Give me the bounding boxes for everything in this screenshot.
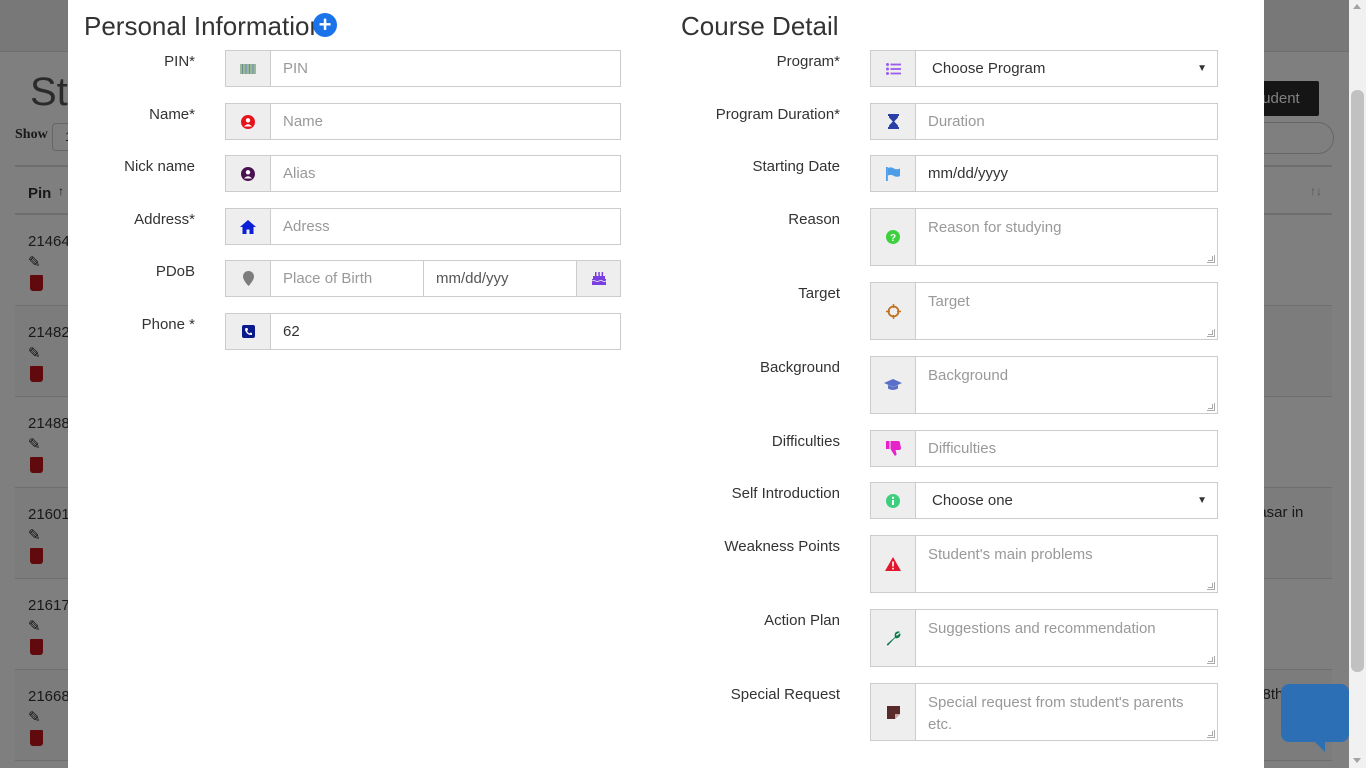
nickname-label: Nick name (124, 158, 195, 175)
phone-square-icon (225, 313, 271, 350)
svg-text:?: ? (890, 233, 896, 244)
home-icon (225, 208, 271, 245)
map-marker-icon (225, 260, 271, 297)
chevron-down-icon: ▼ (1197, 63, 1207, 74)
duration-input[interactable]: Duration (916, 103, 1218, 140)
info-circle-icon (870, 482, 916, 519)
target-placeholder: Target (928, 293, 970, 310)
wrench-icon (870, 609, 916, 667)
target-input-group: Target (870, 282, 1218, 340)
address-label: Address* (134, 211, 195, 228)
weakness-input-group: Student's main problems (870, 535, 1218, 593)
starting-date-input[interactable]: mm/dd/yyyy (916, 155, 1218, 192)
scroll-up-arrow-icon[interactable] (1353, 4, 1361, 9)
sticky-note-icon (870, 683, 916, 741)
resize-grip-icon[interactable] (1207, 329, 1215, 337)
resize-grip-icon[interactable] (1207, 403, 1215, 411)
target-label: Target (798, 285, 840, 302)
nickname-input-group: Alias (225, 155, 621, 192)
reason-input-group: ? Reason for studying (870, 208, 1218, 266)
thumbs-down-icon (870, 430, 916, 467)
flag-icon (870, 155, 916, 192)
difficulties-input[interactable]: Difficulties (916, 430, 1218, 467)
special-request-placeholder: Special request from student's parents e… (928, 694, 1184, 733)
difficulties-input-group: Difficulties (870, 430, 1218, 467)
user-circle-icon (225, 155, 271, 192)
program-label: Program* (776, 53, 840, 70)
background-input-group: Background (870, 356, 1218, 414)
background-placeholder: Background (928, 367, 1009, 384)
crosshairs-icon (870, 282, 916, 340)
program-select[interactable]: Choose Program ▼ (916, 50, 1218, 87)
target-textarea[interactable]: Target (916, 282, 1218, 340)
self-introduction-group: Choose one ▼ (870, 482, 1218, 519)
resize-grip-icon[interactable] (1207, 656, 1215, 664)
reason-label: Reason (788, 211, 840, 228)
phone-input[interactable]: 62 (271, 313, 621, 350)
chat-widget-button[interactable] (1281, 684, 1349, 752)
special-request-textarea[interactable]: Special request from student's parents e… (916, 683, 1218, 741)
plus-circle-icon[interactable]: + (313, 13, 337, 37)
difficulties-label: Difficulties (771, 433, 840, 450)
place-of-birth-input[interactable]: Place of Birth (271, 260, 424, 297)
background-label: Background (759, 359, 840, 376)
self-introduction-value: Choose one (932, 492, 1013, 509)
action-plan-placeholder: Suggestions and recommendation (928, 620, 1156, 637)
duration-input-group: Duration (870, 103, 1218, 140)
weakness-points-label: Weakness Points (724, 538, 840, 555)
question-circle-icon: ? (870, 208, 916, 266)
date-of-birth-input[interactable]: mm/dd/yyy (424, 260, 577, 297)
action-plan-textarea[interactable]: Suggestions and recommendation (916, 609, 1218, 667)
hourglass-icon (870, 103, 916, 140)
course-detail-title: Course Detail (681, 11, 839, 41)
list-icon (870, 50, 916, 87)
action-plan-label: Action Plan (764, 612, 840, 629)
pin-label: PIN* (164, 53, 195, 70)
reason-textarea[interactable]: Reason for studying (916, 208, 1218, 266)
action-plan-input-group: Suggestions and recommendation (870, 609, 1218, 667)
warning-icon (870, 535, 916, 593)
phone-label: Phone * (141, 316, 195, 333)
page-scrollbar[interactable] (1349, 0, 1366, 768)
phone-input-group: 62 (225, 313, 621, 350)
name-input-group: Name (225, 103, 621, 140)
special-request-label: Special Request (730, 686, 840, 703)
scroll-down-arrow-icon[interactable] (1353, 758, 1361, 763)
address-input[interactable]: Adress (271, 208, 621, 245)
reason-placeholder: Reason for studying (928, 219, 1062, 236)
address-input-group: Adress (225, 208, 621, 245)
background-textarea[interactable]: Background (916, 356, 1218, 414)
pin-input[interactable]: PIN (271, 50, 621, 87)
nickname-input[interactable]: Alias (271, 155, 621, 192)
user-circle-icon (225, 103, 271, 140)
personal-information-title: Personal Information (84, 11, 324, 41)
self-introduction-label: Self Introduction (731, 485, 840, 502)
scrollbar-thumb[interactable] (1351, 90, 1364, 672)
weakness-textarea[interactable]: Student's main problems (916, 535, 1218, 593)
resize-grip-icon[interactable] (1207, 730, 1215, 738)
weakness-placeholder: Student's main problems (928, 546, 1093, 563)
pin-input-group: PIN (225, 50, 621, 87)
special-request-input-group: Special request from student's parents e… (870, 683, 1218, 741)
pdob-label: PDoB (155, 263, 195, 280)
barcode-icon (225, 50, 271, 87)
program-duration-label: Program Duration* (715, 106, 840, 123)
chevron-down-icon: ▼ (1197, 495, 1207, 506)
resize-grip-icon[interactable] (1207, 255, 1215, 263)
starting-date-group: mm/dd/yyyy (870, 155, 1218, 192)
program-select-group: Choose Program ▼ (870, 50, 1218, 87)
name-input[interactable]: Name (271, 103, 621, 140)
student-form-modal: Personal Information + PIN* PIN Name* Na… (68, 0, 1264, 768)
starting-date-label: Starting Date (752, 158, 840, 175)
resize-grip-icon[interactable] (1207, 582, 1215, 590)
program-select-value: Choose Program (932, 60, 1046, 77)
name-label: Name* (149, 106, 195, 123)
pdob-input-group: Place of Birth mm/dd/yyy (225, 260, 621, 297)
self-introduction-select[interactable]: Choose one ▼ (916, 482, 1218, 519)
graduation-cap-icon (870, 356, 916, 414)
birthday-cake-icon (577, 260, 621, 297)
